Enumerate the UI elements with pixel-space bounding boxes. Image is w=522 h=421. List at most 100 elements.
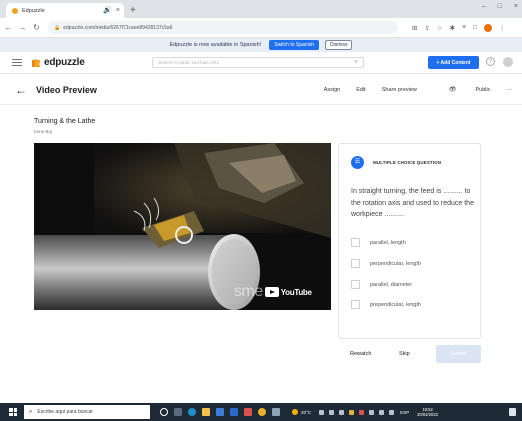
tray-icon[interactable] bbox=[369, 409, 375, 415]
language-indicator[interactable]: ESP bbox=[400, 410, 409, 415]
puzzle-icon[interactable]: ✱ bbox=[450, 24, 455, 32]
back-arrow-icon[interactable]: ← bbox=[15, 84, 27, 96]
file-explorer-icon[interactable] bbox=[202, 408, 210, 416]
edpuzzle-logo[interactable]: edpuzzle bbox=[31, 57, 85, 68]
tray-icon[interactable] bbox=[339, 409, 345, 415]
youtube-logo[interactable]: YouTube bbox=[264, 287, 312, 297]
windows-start-icon[interactable] bbox=[9, 408, 17, 416]
sme-watermark: sme bbox=[234, 283, 263, 300]
answer-option[interactable]: perpendicular, length bbox=[351, 259, 421, 268]
reading-list-icon[interactable]: ≡ bbox=[462, 24, 466, 31]
question-text: In straight turning, the feed is .......… bbox=[351, 188, 474, 218]
search-placeholder: Search in public YouTube URL bbox=[158, 60, 220, 65]
taskbar-search-placeholder: Escribe aquí para buscar bbox=[37, 409, 93, 415]
search-input[interactable]: Search in public YouTube URL ⌕ bbox=[152, 57, 364, 68]
option-checkbox[interactable] bbox=[351, 259, 360, 268]
tray-icon[interactable] bbox=[349, 409, 355, 415]
search-icon: ⌕ bbox=[354, 59, 358, 65]
task-view-icon[interactable] bbox=[160, 408, 168, 416]
minimize-icon[interactable]: – bbox=[482, 3, 486, 10]
back-arrow-icon[interactable]: ← bbox=[3, 23, 14, 32]
tray-icon[interactable] bbox=[329, 409, 335, 415]
tab-close-icon[interactable]: × bbox=[116, 7, 120, 14]
assign-button[interactable]: Assign bbox=[324, 87, 341, 93]
answer-option[interactable]: parallel, length bbox=[351, 238, 406, 247]
notification-icon[interactable] bbox=[509, 408, 516, 416]
skip-button[interactable]: Skip bbox=[399, 351, 410, 357]
widgets-icon[interactable] bbox=[174, 408, 182, 416]
language-banner: Edpuzzle is now available in Spanish! Sw… bbox=[0, 38, 522, 52]
star-icon[interactable]: ☆ bbox=[437, 24, 443, 32]
submit-button[interactable]: Submit bbox=[436, 345, 481, 363]
window-controls: – □ × bbox=[482, 3, 518, 10]
volume-icon[interactable] bbox=[389, 409, 395, 415]
answer-option[interactable]: parallel, diameter bbox=[351, 280, 412, 289]
menu-dots-icon[interactable]: ⋮ bbox=[499, 24, 506, 32]
preview-toolbar: ← Video Preview Assign Edit Share previe… bbox=[0, 75, 522, 105]
avatar[interactable] bbox=[503, 57, 513, 67]
tab-title: Edpuzzle bbox=[22, 7, 45, 14]
banner-message: Edpuzzle is now available in Spanish! bbox=[169, 42, 262, 48]
sun-icon bbox=[292, 409, 298, 415]
app-icon[interactable] bbox=[272, 408, 280, 416]
url-field[interactable]: 🔒 edpuzzle.com/media/6267f71caee89428137… bbox=[48, 21, 398, 34]
help-icon[interactable]: ? bbox=[486, 57, 495, 66]
page-title: Video Preview bbox=[36, 84, 97, 95]
logo-text: edpuzzle bbox=[44, 57, 85, 68]
tray-icon[interactable] bbox=[359, 409, 365, 415]
forward-arrow-icon[interactable]: → bbox=[17, 23, 28, 32]
clock[interactable]: 19:52 20/04/2022 bbox=[417, 407, 438, 417]
profile-avatar[interactable] bbox=[483, 23, 492, 32]
maximize-icon[interactable]: □ bbox=[498, 3, 502, 10]
store-icon[interactable] bbox=[216, 408, 224, 416]
translate-icon[interactable]: ⊞ bbox=[412, 24, 417, 32]
video-title: Turning & the Lathe bbox=[34, 118, 96, 125]
temperature: 20°C bbox=[301, 409, 312, 415]
window-close-icon[interactable]: × bbox=[514, 3, 518, 10]
more-options-icon[interactable]: ··· bbox=[507, 87, 513, 93]
youtube-text: YouTube bbox=[280, 287, 312, 297]
rewatch-button[interactable]: Rewatch bbox=[350, 351, 371, 357]
option-checkbox[interactable] bbox=[351, 280, 360, 289]
answer-option[interactable]: prependicular, length bbox=[351, 300, 421, 309]
new-tab-button[interactable]: + bbox=[130, 6, 136, 16]
taskbar-search-input[interactable]: ⌕ Escribe aquí para buscar bbox=[24, 405, 150, 419]
switch-to-spanish-button[interactable]: Switch to Spanish bbox=[269, 40, 319, 50]
option-label: perpendicular, length bbox=[370, 260, 422, 267]
office-icon[interactable] bbox=[244, 408, 252, 416]
youtube-play-icon bbox=[264, 287, 279, 297]
app-header: edpuzzle Search in public YouTube URL ⌕ … bbox=[0, 52, 522, 74]
reload-icon[interactable]: ↻ bbox=[31, 23, 42, 32]
list-icon: ☰ bbox=[351, 156, 364, 169]
option-label: parallel, length bbox=[370, 239, 406, 246]
dismiss-button[interactable]: Dismiss bbox=[324, 40, 353, 50]
browser-tab[interactable]: Edpuzzle 🔊 × bbox=[6, 3, 124, 18]
share-preview-button[interactable]: Share preview bbox=[382, 87, 417, 93]
wifi-icon[interactable] bbox=[379, 409, 385, 415]
option-label: parallel, diameter bbox=[370, 281, 413, 288]
edge-icon[interactable] bbox=[188, 408, 196, 416]
share-icon[interactable]: ⇪ bbox=[424, 24, 429, 32]
hamburger-menu-icon[interactable] bbox=[12, 58, 22, 67]
question-type-label: MULTIPLE CHOICE QUESTION bbox=[373, 160, 442, 165]
address-bar-row: ← → ↻ 🔒 edpuzzle.com/media/6267f71caee89… bbox=[0, 18, 522, 38]
video-author: Irene Boj bbox=[34, 129, 53, 134]
video-player[interactable]: sme YouTube bbox=[34, 143, 331, 310]
weather-widget[interactable]: 20°C bbox=[292, 409, 311, 415]
option-label: prependicular, length bbox=[370, 301, 422, 308]
public-toggle[interactable]: 👁 Public bbox=[433, 86, 491, 93]
windows-taskbar: ⌕ Escribe aquí para buscar 20°C ESP 19:5… bbox=[0, 403, 522, 421]
window-icon[interactable]: □ bbox=[473, 24, 477, 31]
preview-actions: Assign Edit Share preview 👁 Public ··· bbox=[308, 86, 513, 94]
option-checkbox[interactable] bbox=[351, 238, 360, 247]
browser-tab-bar: Edpuzzle 🔊 × + – □ × bbox=[0, 0, 522, 18]
add-content-button[interactable]: + Add Content bbox=[428, 56, 479, 69]
date: 20/04/2022 bbox=[417, 412, 439, 417]
speaker-icon[interactable]: 🔊 bbox=[103, 7, 112, 14]
edit-button[interactable]: Edit bbox=[356, 87, 365, 93]
mail-icon[interactable] bbox=[230, 408, 238, 416]
option-checkbox[interactable] bbox=[351, 300, 360, 309]
chrome-icon[interactable] bbox=[258, 408, 266, 416]
tray-icon[interactable] bbox=[319, 409, 325, 415]
url-text: edpuzzle.com/media/6267f71caee89428137c5… bbox=[63, 24, 173, 31]
